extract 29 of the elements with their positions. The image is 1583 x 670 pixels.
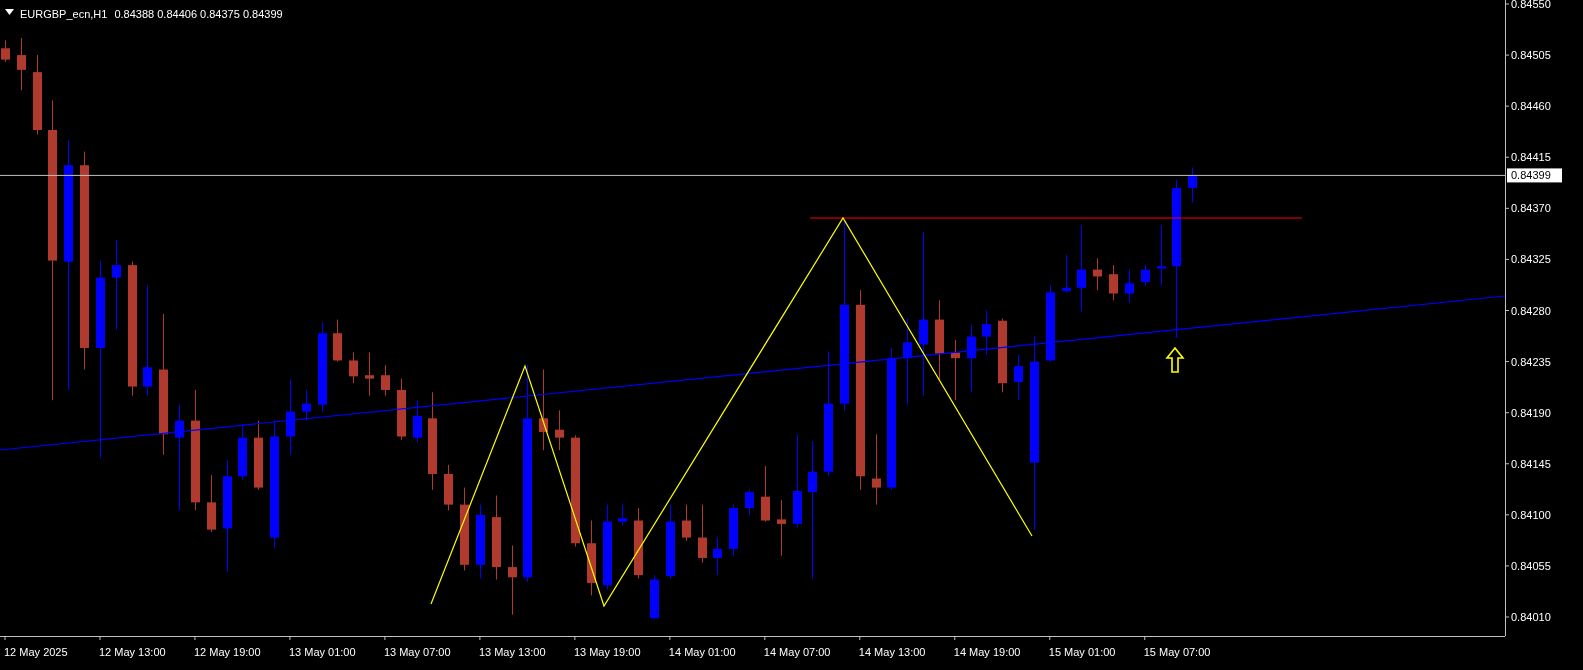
time-label: 12 May 19:00: [193, 646, 261, 658]
time-label: 13 May 19:00: [573, 646, 641, 658]
time-label: 12 May 2025: [4, 646, 68, 658]
time-label: 13 May 13:00: [478, 646, 546, 658]
price-label: 0.84190: [1511, 406, 1551, 419]
price-label: 0.84325: [1511, 253, 1551, 266]
price-label: 0.84055: [1511, 559, 1551, 572]
price-label: 0.84505: [1511, 49, 1551, 62]
time-label: 13 May 01:00: [288, 646, 356, 658]
price-quote: 0.84388 0.84406 0.84375 0.84399: [114, 8, 283, 20]
time-label: 14 May 19:00: [953, 646, 1021, 658]
price-label: 0.84145: [1511, 457, 1551, 470]
chart-symbol: EURGBP_ecn,H1: [20, 8, 108, 20]
time-label: 15 May 07:00: [1143, 646, 1211, 658]
price-label: 0.84550: [1511, 0, 1551, 10]
price-label: 0.84370: [1511, 202, 1551, 215]
price-label: 0.84280: [1511, 304, 1551, 317]
time-label: 14 May 13:00: [858, 646, 926, 658]
time-label: 13 May 07:00: [383, 646, 451, 658]
current-price-tag: 0.84399: [1507, 168, 1562, 183]
price-label: 0.84100: [1511, 508, 1551, 521]
price-label: 0.84415: [1511, 151, 1551, 164]
price-label: 0.84010: [1511, 611, 1551, 623]
time-label: 14 May 01:00: [668, 646, 736, 658]
time-label: 14 May 07:00: [763, 646, 831, 658]
price-label: 0.84460: [1511, 100, 1551, 113]
price-label: 0.84235: [1511, 355, 1551, 368]
time-label: 12 May 13:00: [99, 646, 166, 658]
time-label: 15 May 01:00: [1048, 646, 1116, 658]
